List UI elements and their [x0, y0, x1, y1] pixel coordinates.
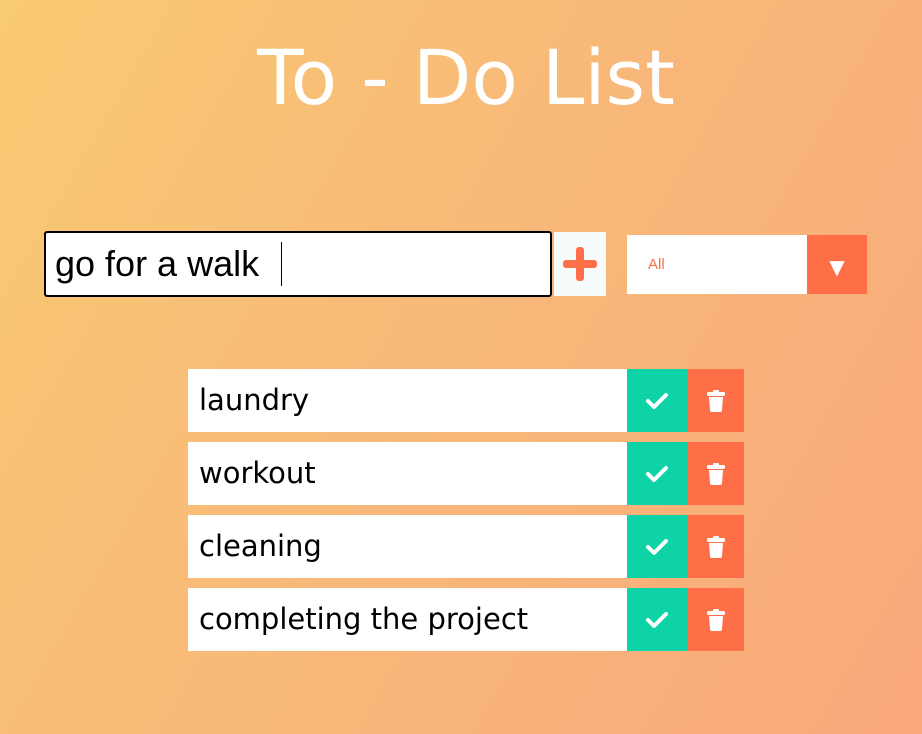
todo-item: workout — [188, 442, 744, 505]
task-input[interactable] — [44, 231, 552, 297]
plus-icon — [563, 247, 597, 281]
delete-button[interactable] — [687, 588, 744, 651]
delete-button[interactable] — [687, 442, 744, 505]
add-todo-button[interactable] — [554, 232, 606, 296]
page-title: To - Do List — [257, 33, 675, 122]
check-icon — [646, 611, 668, 628]
trash-icon — [706, 608, 725, 631]
chevron-down-icon[interactable]: ▼ — [807, 235, 867, 294]
todo-list: laundry workout cleaning completing the … — [188, 369, 744, 661]
todo-item: completing the project — [188, 588, 744, 651]
delete-button[interactable] — [687, 515, 744, 578]
complete-button[interactable] — [627, 442, 687, 505]
todo-item: cleaning — [188, 515, 744, 578]
trash-icon — [706, 462, 725, 485]
todo-item-text: workout — [188, 442, 627, 505]
todo-item-text: completing the project — [188, 588, 627, 651]
check-icon — [646, 465, 668, 482]
complete-button[interactable] — [627, 369, 687, 432]
trash-icon — [706, 535, 725, 558]
filter-selected-value: All — [627, 235, 807, 294]
todo-item: laundry — [188, 369, 744, 432]
trash-icon — [706, 389, 725, 412]
check-icon — [646, 538, 668, 555]
check-icon — [646, 392, 668, 409]
filter-select[interactable]: All ▼ — [627, 235, 867, 294]
complete-button[interactable] — [627, 515, 687, 578]
delete-button[interactable] — [687, 369, 744, 432]
text-caret — [281, 242, 282, 286]
todo-item-text: cleaning — [188, 515, 627, 578]
complete-button[interactable] — [627, 588, 687, 651]
todo-item-text: laundry — [188, 369, 627, 432]
